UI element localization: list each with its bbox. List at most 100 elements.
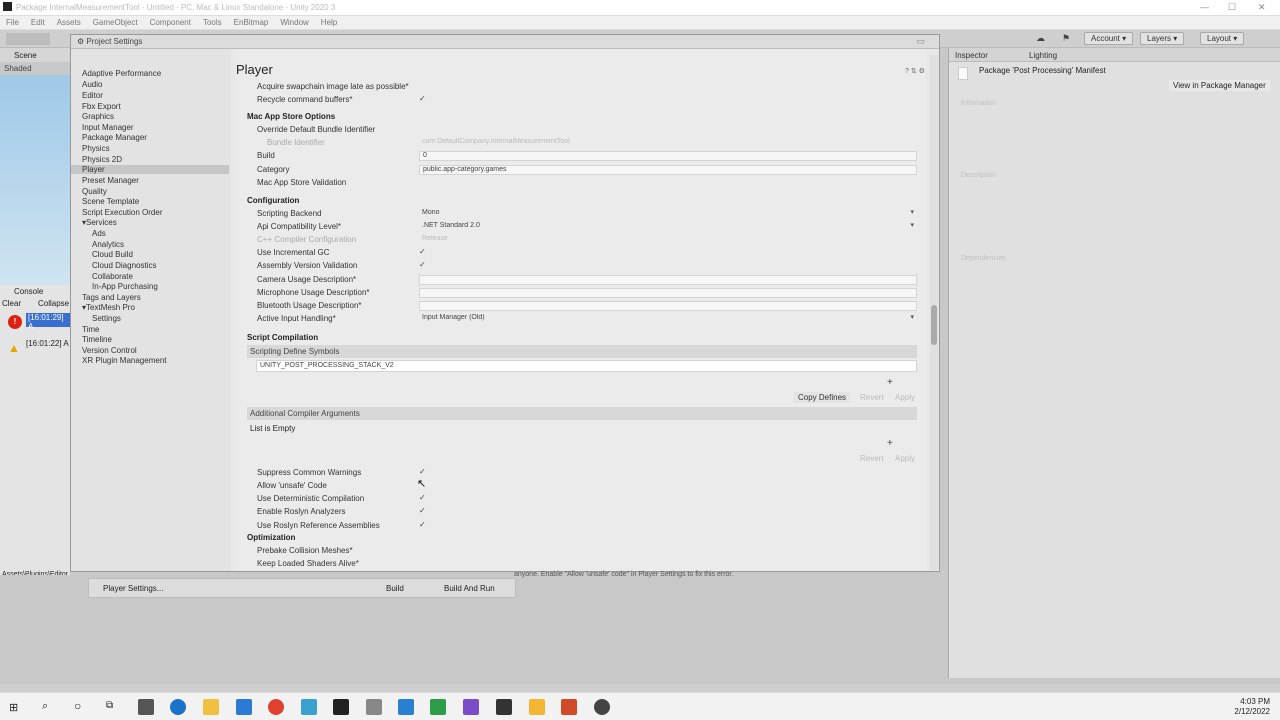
menu-tools[interactable]: Tools	[203, 16, 222, 29]
console-log-selected[interactable]: [16:01:29] A	[26, 313, 70, 331]
edge-icon[interactable]	[170, 699, 186, 715]
clear-button[interactable]: Clear	[2, 299, 21, 308]
scene-view[interactable]	[0, 75, 70, 285]
windows-start-icon[interactable]: ⊞	[9, 701, 18, 714]
microphone-usage-field[interactable]	[419, 288, 917, 298]
tab-lighting[interactable]: Lighting	[1029, 51, 1057, 60]
nav-timeline[interactable]: Timeline	[82, 335, 112, 344]
tab-inspector[interactable]: Inspector	[955, 51, 988, 60]
store-icon[interactable]	[138, 699, 154, 715]
obs-icon[interactable]	[594, 699, 610, 715]
folder-icon[interactable]	[529, 699, 545, 715]
task-view-icon[interactable]: ⧉	[106, 700, 113, 711]
app-icon[interactable]	[301, 699, 317, 715]
nav-physics[interactable]: Physics	[82, 144, 110, 153]
acquire-swapchain-checkbox[interactable]	[419, 82, 427, 90]
revert-args-button[interactable]: Revert	[856, 453, 888, 464]
menu-component[interactable]: Component	[150, 16, 191, 29]
nav-graphics[interactable]: Graphics	[82, 112, 114, 121]
category-field[interactable]: public.app-category.games	[419, 165, 917, 175]
excel-icon[interactable]	[430, 699, 446, 715]
nav-analytics[interactable]: Analytics	[92, 240, 124, 249]
window-restore-icon[interactable]: ▭	[916, 36, 925, 47]
menu-file[interactable]: File	[6, 16, 19, 29]
copy-defines-button[interactable]: Copy Defines	[794, 392, 851, 403]
nav-scene-template[interactable]: Scene Template	[82, 197, 139, 206]
menu-assets[interactable]: Assets	[57, 16, 81, 29]
shaded-dropdown[interactable]: Shaded	[4, 64, 32, 73]
camera-usage-field[interactable]	[419, 275, 917, 285]
assembly-validation-checkbox[interactable]: ✓	[419, 261, 427, 269]
suppress-warnings-checkbox[interactable]: ✓	[419, 468, 427, 476]
recycle-buffers-checkbox[interactable]: ✓	[419, 95, 427, 103]
keep-shaders-checkbox[interactable]	[419, 559, 427, 567]
nav-time[interactable]: Time	[82, 325, 99, 334]
nav-cloud-diagnostics[interactable]: Cloud Diagnostics	[92, 261, 156, 270]
add-argument-icon[interactable]: +	[887, 438, 893, 449]
nav-textmesh-pro[interactable]: ▾TextMesh Pro	[82, 303, 135, 312]
build-and-run-button[interactable]: Build And Run	[444, 584, 495, 593]
file-explorer-icon[interactable]	[203, 699, 219, 715]
prebake-checkbox[interactable]	[419, 546, 427, 554]
transform-tools[interactable]	[6, 33, 50, 45]
apply-args-button[interactable]: Apply	[891, 453, 919, 464]
nav-xr-plugin-management[interactable]: XR Plugin Management	[82, 356, 167, 365]
override-bundle-checkbox[interactable]	[419, 125, 427, 133]
apply-defines-button[interactable]: Apply	[891, 392, 919, 403]
maximize-icon[interactable]: ☐	[1228, 2, 1236, 13]
nav-in-app-purchasing[interactable]: In-App Purchasing	[92, 282, 158, 291]
cortana-icon[interactable]: ○	[74, 699, 81, 713]
nav-input-manager[interactable]: Input Manager	[82, 123, 134, 132]
unity-icon[interactable]	[496, 699, 512, 715]
player-settings-button[interactable]: Player Settings...	[103, 584, 163, 593]
nav-physics-2d[interactable]: Physics 2D	[82, 155, 122, 164]
project-settings-titlebar[interactable]: ⚙ Project Settings ▭	[71, 35, 939, 49]
nav-tags-and-layers[interactable]: Tags and Layers	[82, 293, 141, 302]
nav-services[interactable]: ▾Services	[82, 218, 117, 227]
roslyn-reference-checkbox[interactable]: ✓	[419, 521, 427, 529]
close-icon[interactable]: ✕	[1258, 2, 1266, 13]
define-symbol-field[interactable]: UNITY_POST_PROCESSING_STACK_V2	[256, 360, 917, 372]
roslyn-analyzers-checkbox[interactable]: ✓	[419, 507, 427, 515]
nav-ads[interactable]: Ads	[92, 229, 106, 238]
nav-script-execution-order[interactable]: Script Execution Order	[82, 208, 162, 217]
system-clock[interactable]: 4:03 PM 2/12/2022	[1234, 697, 1270, 717]
console-log[interactable]: [16:01:22] A	[26, 339, 69, 348]
bluetooth-usage-field[interactable]	[419, 301, 917, 311]
cloud-icon[interactable]: ☁	[1036, 33, 1045, 44]
console-tab[interactable]: Console	[14, 287, 43, 296]
nav-textmesh-settings[interactable]: Settings	[92, 314, 121, 323]
collab-icon[interactable]: ⚑	[1062, 33, 1070, 44]
powerpoint-icon[interactable]	[561, 699, 577, 715]
settings-scrollbar[interactable]	[930, 55, 938, 570]
collapse-button[interactable]: Collapse	[38, 299, 69, 308]
layout-dropdown[interactable]: Layout ▾	[1200, 32, 1245, 45]
help-icon[interactable]: ? ⇅ ⚙	[905, 67, 925, 75]
search-icon[interactable]: ⌕	[42, 700, 48, 713]
view-in-package-manager-button[interactable]: View in Package Manager	[1169, 80, 1270, 91]
nav-player[interactable]: Player	[71, 165, 229, 174]
menu-edit[interactable]: Edit	[31, 16, 45, 29]
nav-audio[interactable]: Audio	[82, 80, 102, 89]
nav-version-control[interactable]: Version Control	[82, 346, 137, 355]
scene-tab[interactable]: Scene	[0, 48, 70, 62]
nav-adaptive-performance[interactable]: Adaptive Performance	[82, 69, 161, 78]
revert-defines-button[interactable]: Revert	[856, 392, 888, 403]
scripting-backend-dropdown[interactable]: Mono	[419, 209, 917, 219]
mac-validation-checkbox[interactable]	[419, 178, 427, 186]
input-handling-dropdown[interactable]: Input Manager (Old)	[419, 314, 917, 324]
nav-editor[interactable]: Editor	[82, 91, 103, 100]
nav-package-manager[interactable]: Package Manager	[82, 133, 147, 142]
nav-preset-manager[interactable]: Preset Manager	[82, 176, 139, 185]
account-dropdown[interactable]: Account ▾	[1084, 32, 1134, 45]
menu-enbitmap[interactable]: EnBitmap	[234, 16, 269, 29]
incremental-gc-checkbox[interactable]: ✓	[419, 248, 427, 256]
menu-help[interactable]: Help	[321, 16, 337, 29]
minimize-icon[interactable]: —	[1200, 2, 1209, 12]
deterministic-checkbox[interactable]: ✓	[419, 494, 427, 502]
chrome-icon[interactable]	[268, 699, 284, 715]
menu-gameobject[interactable]: GameObject	[93, 16, 138, 29]
nav-fbx-export[interactable]: Fbx Export	[82, 102, 121, 111]
layers-dropdown[interactable]: Layers ▾	[1140, 32, 1185, 45]
add-define-icon[interactable]: +	[887, 377, 893, 388]
